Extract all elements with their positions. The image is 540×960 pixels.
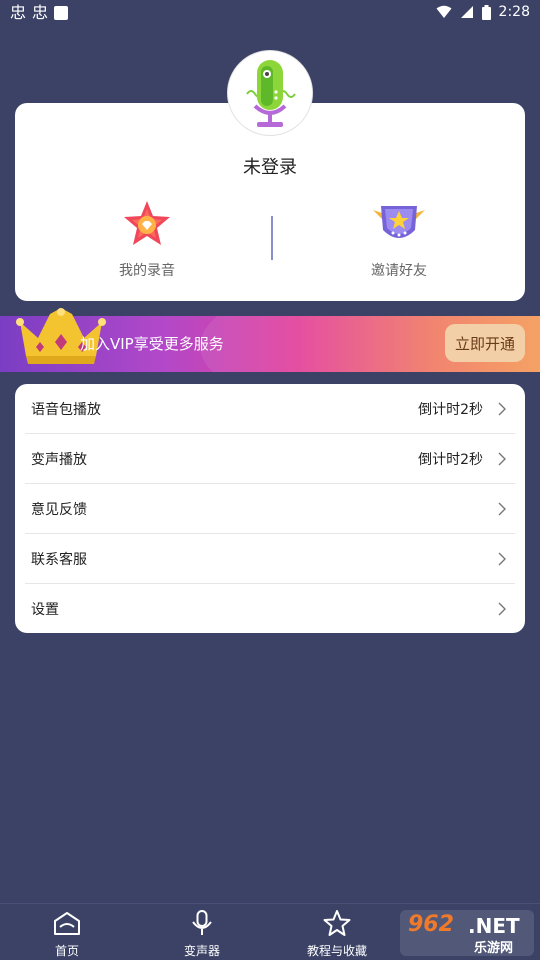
star-badge-icon bbox=[124, 201, 170, 245]
chevron-right-icon bbox=[498, 502, 506, 515]
app-notification-icon bbox=[54, 6, 69, 20]
menu-item-settings[interactable]: 设置 bbox=[25, 584, 515, 633]
vip-promo-text: 加入VIP享受更多服务 bbox=[80, 335, 224, 353]
cellular-icon bbox=[460, 6, 473, 18]
chevron-right-icon bbox=[498, 552, 506, 565]
menu-item-label: 意见反馈 bbox=[31, 501, 87, 518]
tab-label: 变声器 bbox=[183, 944, 220, 958]
tab-tutorials-favorites[interactable]: 教程与收藏 bbox=[287, 910, 387, 959]
status-notifications: 忠 忠 bbox=[10, 3, 69, 22]
wifi-icon bbox=[436, 5, 452, 18]
divider bbox=[271, 216, 273, 260]
watermark-number: 962 bbox=[408, 912, 454, 937]
menu-item-label: 变声播放 bbox=[31, 451, 87, 468]
menu-item-feedback[interactable]: 意见反馈 bbox=[25, 484, 515, 534]
battery-icon bbox=[481, 4, 491, 20]
status-system: 2:28 bbox=[436, 4, 530, 20]
menu-item-label: 语音包播放 bbox=[31, 401, 101, 418]
menu-item-value: 倒计时2秒 bbox=[418, 401, 483, 418]
vip-activate-button[interactable]: 立即开通 bbox=[445, 324, 525, 362]
watermark-suffix: .NET bbox=[468, 914, 520, 938]
tab-label: 教程与收藏 bbox=[306, 944, 367, 958]
tab-voice-changer[interactable]: 变声器 bbox=[152, 910, 252, 959]
notification-icon: 忠 bbox=[10, 3, 27, 22]
home-icon bbox=[54, 912, 80, 935]
watermark-text: 乐游网 bbox=[474, 941, 514, 956]
status-bar: 忠 忠 2:28 bbox=[0, 0, 540, 26]
menu-item-voice-pack-playback[interactable]: 语音包播放 倒计时2秒 bbox=[25, 384, 515, 434]
login-status[interactable]: 未登录 bbox=[15, 153, 525, 179]
menu-item-customer-service[interactable]: 联系客服 bbox=[25, 534, 515, 584]
invite-friends-button[interactable]: 邀请好友 bbox=[319, 198, 479, 280]
menu-item-label: 联系客服 bbox=[31, 551, 87, 568]
tab-label: 首页 bbox=[54, 944, 79, 958]
microphone-avatar-icon bbox=[246, 60, 296, 127]
microphone-icon bbox=[192, 910, 212, 935]
menu-item-value: 倒计时2秒 bbox=[418, 451, 483, 468]
site-watermark-logo: 962 .NET 乐游网 bbox=[400, 910, 534, 956]
menu-item-label: 设置 bbox=[31, 602, 59, 618]
winged-star-badge-icon bbox=[373, 206, 425, 238]
menu-item-voice-change-playback[interactable]: 变声播放 倒计时2秒 bbox=[25, 434, 515, 484]
tab-home[interactable]: 首页 bbox=[17, 910, 117, 959]
invite-friends-label: 邀请好友 bbox=[371, 263, 427, 279]
chevron-right-icon bbox=[498, 402, 506, 415]
clock: 2:28 bbox=[498, 4, 530, 20]
chevron-right-icon bbox=[498, 602, 506, 616]
notification-icon: 忠 bbox=[32, 3, 49, 22]
my-recordings-label: 我的录音 bbox=[119, 263, 175, 279]
content-background bbox=[0, 640, 540, 904]
my-recordings-button[interactable]: 我的录音 bbox=[67, 198, 227, 280]
avatar[interactable] bbox=[227, 50, 313, 136]
star-outline-icon bbox=[323, 910, 351, 936]
chevron-right-icon bbox=[498, 452, 506, 465]
settings-menu: 语音包播放 倒计时2秒 变声播放 倒计时2秒 意见反馈 联系客服 设置 bbox=[15, 384, 525, 633]
